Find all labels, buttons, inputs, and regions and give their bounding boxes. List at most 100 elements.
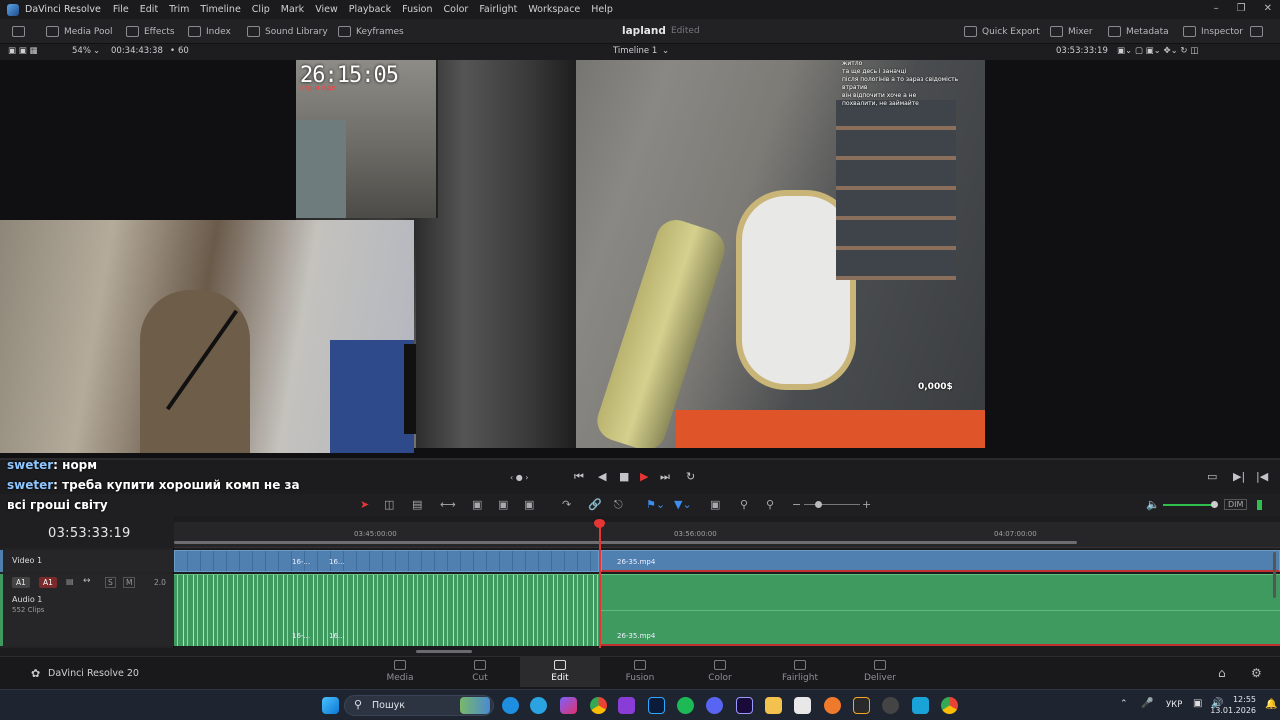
prev-edit-icon[interactable]: |◀	[1256, 470, 1268, 483]
play-icon[interactable]: ▶	[640, 470, 648, 483]
skip-to-start-icon[interactable]: ⏮	[574, 470, 584, 484]
page-tab-fairlight[interactable]: Fairlight	[770, 660, 830, 683]
menu-fairlight[interactable]: Fairlight	[479, 4, 517, 15]
flag-icon[interactable]: ⚑⌄	[646, 498, 665, 511]
blade-tool-icon[interactable]: ⟷	[440, 498, 456, 511]
playhead[interactable]	[599, 522, 601, 648]
obs-icon[interactable]	[882, 697, 899, 714]
track-button-a1-dest[interactable]: A1	[39, 577, 57, 588]
viewer-mode-icon[interactable]: ▣ ▣ ▦	[8, 46, 38, 56]
link-icon[interactable]: 🔗	[588, 498, 602, 511]
menu-timeline[interactable]: Timeline	[200, 4, 240, 15]
chevron-down-icon[interactable]: ⌄	[93, 46, 100, 56]
audio-clip-current[interactable]	[601, 574, 1280, 646]
audio-track-lane[interactable]: 16-... 16... 26-35.mp4	[174, 574, 1280, 646]
network-icon[interactable]: ▣	[1193, 698, 1202, 709]
page-tab-fusion[interactable]: Fusion	[610, 660, 670, 683]
marker-icon[interactable]: ▼⌄	[674, 498, 692, 511]
view-options-icon[interactable]: ▣⌄ ▢ ▣⌄ ✥⌄ ↻ ◫	[1117, 46, 1198, 56]
timeline-viewer[interactable]	[0, 60, 1280, 458]
chrome-icon[interactable]	[590, 697, 607, 714]
volume-slider[interactable]	[1163, 504, 1215, 506]
loop-icon[interactable]: ↻	[686, 470, 695, 483]
steam-icon[interactable]	[912, 697, 929, 714]
trim-tool-icon[interactable]: ◫	[384, 498, 394, 511]
fl-studio-icon[interactable]	[853, 697, 870, 714]
speaker-icon[interactable]: 🔈	[1146, 498, 1160, 511]
audio-track-header[interactable]: A1 A1 ▤ ↔ S M 2.0 Audio 1 552 Clips	[0, 574, 174, 646]
fullscreen-icon[interactable]: ▭	[1207, 470, 1217, 483]
zoom-out-icon[interactable]: −	[792, 498, 801, 511]
firefox-icon[interactable]	[824, 697, 841, 714]
audio-clip-group[interactable]	[174, 574, 599, 646]
video-clip-current[interactable]	[601, 550, 1280, 572]
track-lock-icon[interactable]: ▤	[66, 577, 74, 586]
volume-slider-handle[interactable]	[1211, 501, 1218, 508]
menu-file[interactable]: File	[113, 4, 129, 15]
timeline-vertical-scrollbar[interactable]	[1273, 552, 1276, 598]
next-edit-icon[interactable]: ▶|	[1233, 470, 1245, 483]
jog-icon[interactable]: ‹ ● ›	[510, 473, 528, 482]
stop-icon[interactable]: ■	[619, 470, 629, 483]
menu-clip[interactable]: Clip	[252, 4, 270, 15]
panel-toggle-button[interactable]	[1250, 24, 1263, 39]
mute-button[interactable]: M	[123, 577, 136, 588]
zoom-full-icon[interactable]: ▣	[710, 498, 720, 511]
microphone-icon[interactable]: 🎤	[1141, 698, 1153, 709]
timeline-name[interactable]: Timeline 1	[613, 46, 657, 56]
chrome-profile-icon[interactable]	[941, 697, 958, 714]
edge-icon[interactable]	[502, 697, 519, 714]
dim-button[interactable]: DIM	[1224, 499, 1248, 510]
notifications-icon[interactable]: 🔔	[1265, 699, 1277, 710]
replace-clip-icon[interactable]: ▣	[524, 498, 534, 511]
video-track-header[interactable]: Video 1	[0, 550, 174, 572]
page-tab-edit[interactable]: Edit	[520, 657, 600, 687]
home-icon[interactable]: ⌂	[1218, 666, 1226, 680]
menu-edit[interactable]: Edit	[140, 4, 158, 15]
chevron-up-icon[interactable]: ⌃	[1120, 699, 1128, 709]
photoshop-icon[interactable]	[648, 697, 665, 714]
close-icon[interactable]: ✕	[1264, 3, 1272, 14]
sound-library-button[interactable]: Sound Library	[247, 24, 328, 39]
zoom-custom-icon[interactable]: ⚲	[766, 498, 774, 511]
video-track-lane[interactable]: 16-... 16... 26-35.mp4	[174, 550, 1280, 572]
lock-icon[interactable]: ⎋	[614, 498, 623, 512]
media-pool-button[interactable]: Media Pool	[46, 24, 113, 39]
timeline-overview-bar[interactable]	[174, 541, 1077, 544]
weather-widget-icon[interactable]	[460, 697, 490, 714]
menu-view[interactable]: View	[315, 4, 338, 15]
play-reverse-icon[interactable]: ◀	[598, 470, 606, 483]
menu-playback[interactable]: Playback	[349, 4, 391, 15]
telegram-icon[interactable]	[530, 697, 547, 714]
index-button[interactable]: Index	[188, 24, 231, 39]
quick-export-button[interactable]: Quick Export	[964, 24, 1040, 39]
menu-help[interactable]: Help	[591, 4, 613, 15]
menu-trim[interactable]: Trim	[169, 4, 189, 15]
zoom-slider[interactable]	[804, 504, 860, 505]
maximize-icon[interactable]: ❐	[1237, 3, 1246, 14]
selection-tool-icon[interactable]: ➤	[360, 498, 369, 511]
minimize-icon[interactable]: –	[1214, 3, 1219, 14]
zoom-slider-handle[interactable]	[815, 501, 822, 508]
gear-icon[interactable]: ⚙	[1251, 666, 1262, 680]
page-tab-deliver[interactable]: Deliver	[850, 660, 910, 683]
zoom-dropdown[interactable]: 54%	[72, 46, 91, 56]
effects-button[interactable]: Effects	[126, 24, 175, 39]
spotify-icon[interactable]	[677, 697, 694, 714]
notepad-icon[interactable]	[794, 697, 811, 714]
twitch-icon[interactable]	[618, 697, 635, 714]
discord-icon[interactable]	[706, 697, 723, 714]
premiere-icon[interactable]	[736, 697, 753, 714]
overwrite-clip-icon[interactable]: ▣	[498, 498, 508, 511]
language-indicator[interactable]: УКР	[1166, 700, 1182, 710]
menu-fusion[interactable]: Fusion	[402, 4, 432, 15]
inspector-button[interactable]: Inspector	[1183, 24, 1243, 39]
mixer-button[interactable]: Mixer	[1050, 24, 1093, 39]
page-tab-media[interactable]: Media	[370, 660, 430, 683]
timeline-scrollbar[interactable]	[416, 650, 472, 653]
file-explorer-icon[interactable]	[765, 697, 782, 714]
timeline-ruler[interactable]: 03:45:00:00 03:56:00:00 04:07:00:00	[174, 522, 1280, 548]
video-clip-group[interactable]	[174, 550, 599, 572]
snapping-icon[interactable]: ↷	[562, 498, 571, 511]
dynamic-trim-icon[interactable]: ▤	[412, 498, 422, 511]
